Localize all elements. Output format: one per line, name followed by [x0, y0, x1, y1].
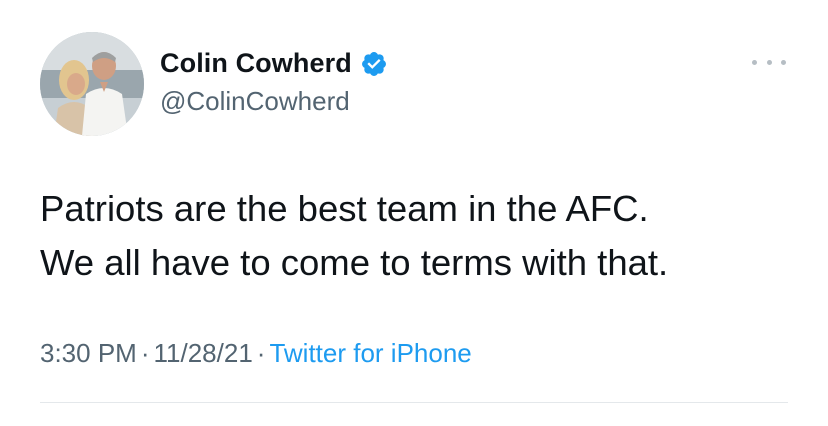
user-handle[interactable]: @ColinCowherd	[160, 86, 350, 117]
tweet-date[interactable]: 11/28/21	[154, 338, 253, 368]
more-options-icon[interactable]	[752, 52, 786, 72]
avatar[interactable]	[40, 32, 144, 136]
tweet-source-link[interactable]: Twitter for iPhone	[269, 338, 471, 368]
divider	[40, 402, 788, 403]
tweet-metadata: 3:30 PM · 11/28/21 · Twitter for iPhone	[40, 338, 472, 369]
tweet-text-line: Patriots are the best team in the AFC.	[40, 188, 649, 229]
avatar-photo	[40, 32, 144, 136]
tweet-time[interactable]: 3:30 PM	[40, 338, 137, 368]
verified-badge-icon	[360, 50, 388, 78]
more-dot	[766, 59, 772, 65]
tweet-text: Patriots are the best team in the AFC. W…	[40, 182, 800, 290]
tweet-card: Colin Cowherd @ColinCowherd Patriots are…	[0, 0, 828, 426]
display-name-text: Colin Cowherd	[160, 48, 352, 78]
separator: ·	[140, 338, 150, 368]
tweet-text-line: We all have to come to terms with that.	[40, 242, 669, 283]
separator: ·	[256, 338, 266, 368]
display-name[interactable]: Colin Cowherd	[160, 48, 388, 79]
more-dot	[752, 59, 757, 65]
more-dot	[781, 59, 786, 65]
